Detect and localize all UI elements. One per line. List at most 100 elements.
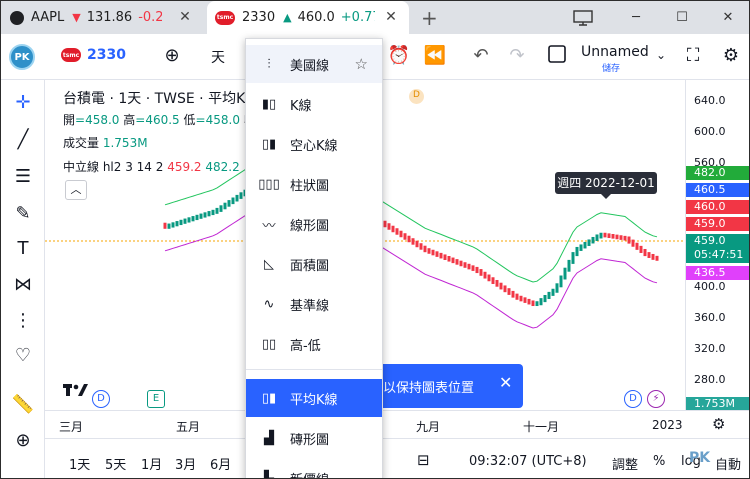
candle [631, 239, 635, 247]
volume-legend: 成交量 1.753M [63, 134, 148, 151]
chart-pane[interactable]: 台積電 · 1天 · TWSE · 平均K D 開=458.0 高=460.5 … [45, 80, 749, 411]
lightning-event-icon[interactable]: ⚡ [647, 390, 665, 408]
candle [435, 251, 439, 257]
tab-2330[interactable]: tsmc 2330 ▲ 460.0 +0.77% ✕ [207, 1, 409, 34]
candle [607, 233, 611, 239]
zoom-in-icon[interactable]: ⊕ [10, 428, 36, 454]
menu-item-columns[interactable]: ▯▯▯ 柱狀圖 [246, 165, 382, 203]
auto-button[interactable]: 自動 [715, 454, 741, 473]
alarm-icon[interactable]: ⏰ [387, 45, 411, 66]
menu-item-renko[interactable]: ▟ 磚形圖 [246, 419, 382, 457]
clock-timezone[interactable]: 09:32:07 (UTC+8) [469, 454, 587, 469]
interval-button[interactable]: 天 [211, 47, 225, 67]
add-symbol-icon[interactable]: ⊕ [160, 45, 184, 66]
dividend-event-icon[interactable]: D [92, 390, 110, 408]
close-icon[interactable]: ✕ [177, 9, 193, 25]
favorite-star-icon[interactable]: ☆ [355, 55, 368, 73]
menu-item-line[interactable]: 〰 線形圖 [246, 205, 382, 243]
notification-toast[interactable]: 以保持圖表位置 ✕ [375, 364, 523, 408]
menu-item-hollow-candles[interactable]: ▯▮ 空心K線 [246, 125, 382, 163]
down-arrow-icon: ▼ [72, 11, 81, 24]
axis-settings-gear-icon[interactable]: ⚙ [712, 415, 725, 433]
pattern-icon[interactable]: ⋈ [10, 272, 36, 298]
high-price-label: 460.5 [686, 183, 749, 197]
candle [635, 242, 639, 250]
tradingview-logo[interactable] [63, 382, 89, 402]
time-axis[interactable]: 三月 五月 九月 十一月 2023 ⚙ [45, 410, 749, 438]
menu-item-baseline[interactable]: ∿ 基準線 [246, 285, 382, 323]
date-range-icon[interactable]: ⊟ [417, 451, 430, 469]
trend-line-icon[interactable]: ╱ [10, 127, 36, 153]
menu-item-candles[interactable]: ▮▯ K線 [246, 85, 382, 123]
drawing-toolbar: ✛ ╱ ☰ ✎ T ⋈ ⋮ ♡ 📏 ⊕ [1, 80, 45, 478]
fib-lines-icon[interactable]: ☰ [10, 164, 36, 190]
low-value: =458.0 [195, 113, 240, 127]
open-value: =458.0 [75, 113, 120, 127]
menu-item-area[interactable]: ◺ 面積圖 [246, 245, 382, 283]
settings-gear-icon[interactable]: ⚙ [719, 45, 743, 66]
price-axis[interactable]: 640.0 600.0 560.0 400.0 360.0 320.0 280.… [685, 80, 749, 411]
menu-item-label: 線形圖 [290, 218, 330, 234]
favorites-heart-icon[interactable]: ♡ [10, 343, 36, 369]
new-tab-icon[interactable]: + [421, 6, 438, 30]
replay-icon[interactable]: ⏪ [423, 45, 447, 66]
brush-icon[interactable]: ✎ [10, 201, 36, 227]
legend-collapse-button[interactable]: ︿ [65, 180, 87, 200]
candle [559, 275, 563, 288]
candle [427, 248, 431, 254]
menu-item-line-break[interactable]: ▙ 新價線 [246, 459, 382, 479]
earnings-event-icon[interactable]: E [147, 390, 165, 408]
avatar[interactable]: PK [9, 44, 35, 70]
candle [527, 298, 531, 305]
menu-item-label: 高-低 [290, 338, 321, 354]
window-close-icon[interactable]: ✕ [705, 1, 749, 34]
range-button[interactable]: 5天 [105, 454, 126, 473]
dividend-event-icon[interactable]: D [624, 390, 642, 408]
menu-item-bars[interactable]: ⫶ 美國線 ☆ [246, 45, 382, 83]
menu-item-heikin-ashi[interactable]: ▯▮ 平均K線 [246, 379, 382, 417]
ohlc-values: 開=458.0 高=460.5 低=458.0 收 [63, 111, 256, 128]
redo-icon[interactable]: ↷ [505, 45, 529, 66]
tsmc-logo-icon: tsmc [215, 10, 235, 25]
menu-item-high-low[interactable]: ▯▯ 高-低 [246, 325, 382, 363]
chevron-down-icon[interactable]: ⌄ [649, 48, 673, 62]
menu-item-label: 新價線 [290, 469, 329, 479]
percent-button[interactable]: % [653, 454, 665, 469]
minimize-icon[interactable]: ─ [613, 1, 659, 34]
columns-icon: ▯▯▯ [258, 176, 280, 192]
band-mid-label: 459.0 [686, 217, 749, 231]
hollow-candles-icon: ▯▮ [261, 136, 277, 152]
candle [227, 200, 231, 207]
candle [467, 263, 471, 270]
volume-value: 1.753M [102, 136, 148, 150]
maximize-icon[interactable]: ☐ [659, 1, 705, 34]
symbol-search[interactable]: tsmc 2330 [61, 47, 126, 63]
candle [511, 290, 515, 298]
close-icon[interactable]: ✕ [383, 9, 399, 25]
lower-band-price-label: 436.5 [686, 266, 749, 280]
range-button[interactable]: 1月 [141, 454, 162, 473]
line-break-icon: ▙ [264, 470, 274, 479]
ruler-icon[interactable]: 📏 [10, 392, 36, 418]
candle [563, 267, 567, 280]
crosshair-icon[interactable]: ✛ [10, 90, 36, 116]
close-icon[interactable]: ✕ [499, 373, 512, 392]
range-button[interactable]: 3月 [175, 454, 196, 473]
range-button[interactable]: 6月 [210, 454, 231, 473]
tab-aapl[interactable]: AAPL ▼ 131.86 -0.28 ✕ [1, 1, 203, 34]
prediction-icon[interactable]: ⋮ [10, 308, 36, 334]
range-button[interactable]: 1天 [69, 454, 90, 473]
adjust-button[interactable]: 調整 [612, 454, 638, 473]
layout-square-icon[interactable] [545, 45, 569, 68]
candle [443, 254, 447, 260]
dividend-badge[interactable]: D [409, 89, 424, 104]
upper-band-price-label: 482.0 [686, 166, 749, 180]
layout-name[interactable]: Unnamed [581, 44, 649, 60]
tab-price: 460.0 [297, 10, 335, 25]
undo-icon[interactable]: ↶ [469, 45, 493, 66]
candle [179, 219, 183, 226]
layout-monitor-icon[interactable] [553, 1, 613, 34]
fullscreen-icon[interactable]: ⛶ [681, 45, 705, 66]
candle [551, 288, 555, 296]
text-tool-icon[interactable]: T [10, 236, 36, 262]
